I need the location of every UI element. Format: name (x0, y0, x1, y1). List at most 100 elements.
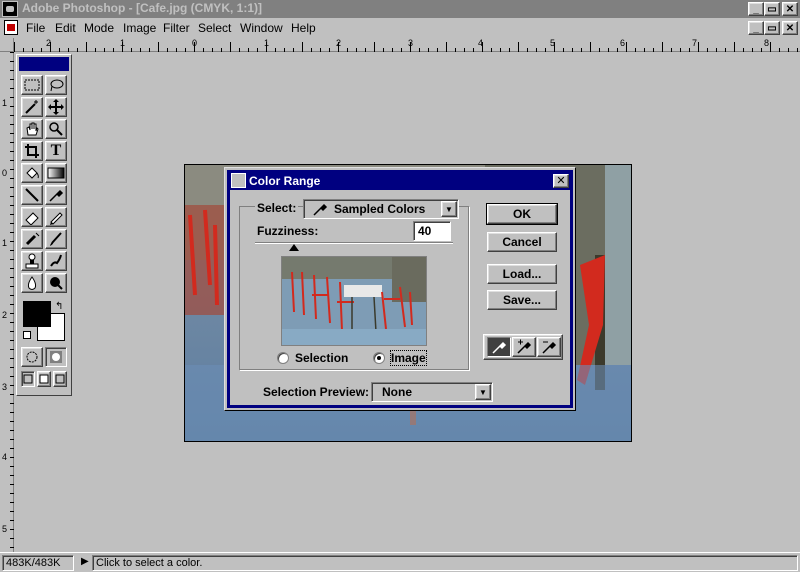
ruler-tick (734, 42, 735, 52)
type-icon[interactable]: T (45, 141, 67, 161)
menu-help[interactable]: Help (291, 21, 316, 35)
lasso-icon[interactable] (45, 75, 67, 95)
standard-mode-icon[interactable] (21, 347, 43, 367)
ruler-label: 4 (2, 452, 8, 462)
document-size[interactable]: 483K/483K (2, 555, 74, 571)
eyedropper-icon[interactable] (45, 185, 67, 205)
ruler-tick (194, 42, 195, 52)
fuzziness-input[interactable]: 40 (413, 221, 451, 241)
ruler-tick (428, 48, 429, 52)
range-preview[interactable] (281, 256, 427, 346)
eyedropper-plus-icon[interactable] (512, 337, 536, 357)
ruler-tick (662, 42, 663, 52)
blur-icon[interactable] (21, 273, 43, 293)
ruler-tick (770, 42, 771, 52)
ruler-tick (10, 430, 14, 431)
menu-file[interactable]: File (26, 21, 45, 35)
select-dropdown[interactable]: Sampled Colors ▼ (303, 199, 459, 219)
foreground-color-swatch[interactable] (23, 301, 51, 327)
menu-image[interactable]: Image (123, 21, 156, 35)
burn-icon[interactable] (45, 273, 67, 293)
ruler-tick (140, 48, 141, 52)
image-radio[interactable] (373, 352, 385, 364)
selection-radio-label[interactable]: Selection (295, 351, 348, 365)
quick-mask-icon[interactable] (45, 347, 67, 367)
ruler-tick (10, 412, 14, 413)
maximize-button[interactable]: ▭ (764, 2, 780, 16)
ruler-tick (10, 295, 14, 296)
hand-icon[interactable] (21, 119, 43, 139)
eyedropper-minus-icon[interactable] (537, 337, 561, 357)
move-icon[interactable] (45, 97, 67, 117)
fuzziness-slider-track[interactable] (255, 242, 453, 244)
menu-window[interactable]: Window (240, 21, 283, 35)
swap-colors-icon[interactable]: ↰ (55, 301, 63, 312)
ruler-tick (10, 250, 14, 251)
ruler-tick (10, 439, 14, 440)
fuzziness-slider-thumb[interactable] (289, 244, 299, 251)
selection-radio[interactable] (277, 352, 289, 364)
default-colors-icon[interactable] (23, 331, 31, 339)
ruler-label: 6 (620, 38, 626, 48)
doc-restore-button[interactable]: ▭ (764, 21, 780, 35)
ruler-tick (10, 367, 14, 368)
screen-mode-full-icon[interactable] (53, 371, 67, 387)
pencil-icon[interactable] (45, 207, 67, 227)
zoom-icon[interactable] (45, 119, 67, 139)
marquee-icon[interactable] (21, 75, 43, 95)
dialog-title-bar[interactable]: Color Range ✕ (229, 172, 573, 190)
chevron-down-icon[interactable]: ▼ (441, 201, 457, 217)
menu-select[interactable]: Select (198, 21, 231, 35)
ruler-label: 8 (764, 38, 770, 48)
ruler-tick (149, 48, 150, 52)
screen-mode-standard-icon[interactable] (21, 371, 35, 387)
ruler-tick (10, 241, 14, 242)
status-arrow-icon[interactable]: ▶ (78, 555, 92, 571)
ruler-tick (10, 232, 14, 233)
selection-preview-dropdown[interactable]: None ▼ (371, 382, 493, 402)
doc-close-button[interactable]: ✕ (782, 21, 798, 35)
ruler-tick (10, 178, 14, 179)
dialog-close-button[interactable]: ✕ (553, 174, 569, 188)
ruler-tick (635, 48, 636, 52)
ruler-tick (356, 48, 357, 52)
photoshop-app-icon[interactable] (2, 1, 18, 17)
crop-icon[interactable] (21, 141, 43, 161)
toolbox-title-bar[interactable] (19, 57, 69, 71)
save-button[interactable]: Save... (487, 290, 557, 310)
rubber-stamp-icon[interactable] (21, 251, 43, 271)
ruler-tick (10, 286, 14, 287)
ruler-tick (581, 48, 582, 52)
menu-mode[interactable]: Mode (84, 21, 114, 35)
ruler-tick (329, 48, 330, 52)
paint-bucket-icon[interactable] (21, 163, 43, 183)
minimize-button[interactable]: _ (748, 2, 764, 16)
ruler-tick (293, 48, 294, 52)
document-icon[interactable] (4, 20, 18, 35)
doc-minimize-button[interactable]: _ (748, 21, 764, 35)
eraser-icon[interactable] (21, 207, 43, 227)
paintbrush-icon[interactable] (45, 229, 67, 249)
airbrush-icon[interactable] (21, 229, 43, 249)
screen-mode-full-menu-icon[interactable] (37, 371, 51, 387)
cancel-button[interactable]: Cancel (487, 232, 557, 252)
ruler-tick (761, 48, 762, 52)
line-icon[interactable] (21, 185, 43, 205)
close-button[interactable]: ✕ (782, 2, 798, 16)
ruler-tick (10, 142, 14, 143)
status-bar: 483K/483K ▶ Click to select a color. (0, 552, 800, 572)
chevron-down-icon[interactable]: ▼ (475, 384, 491, 400)
load-button[interactable]: Load... (487, 264, 557, 284)
ruler-label: 1 (2, 98, 8, 108)
ok-button[interactable]: OK (486, 203, 558, 225)
magic-wand-icon[interactable] (21, 97, 43, 117)
menu-edit[interactable]: Edit (55, 21, 76, 35)
eyedropper-icon (312, 202, 328, 219)
eyedropper-icon[interactable] (487, 337, 511, 357)
ruler-tick (572, 48, 573, 52)
menu-filter[interactable]: Filter (163, 21, 190, 35)
smudge-icon[interactable] (45, 251, 67, 271)
gradient-icon[interactable] (45, 163, 67, 183)
color-range-dialog: Color Range ✕ Select: Sampled Colors ▼ F… (224, 167, 576, 411)
image-radio-label[interactable]: Image (390, 350, 427, 366)
